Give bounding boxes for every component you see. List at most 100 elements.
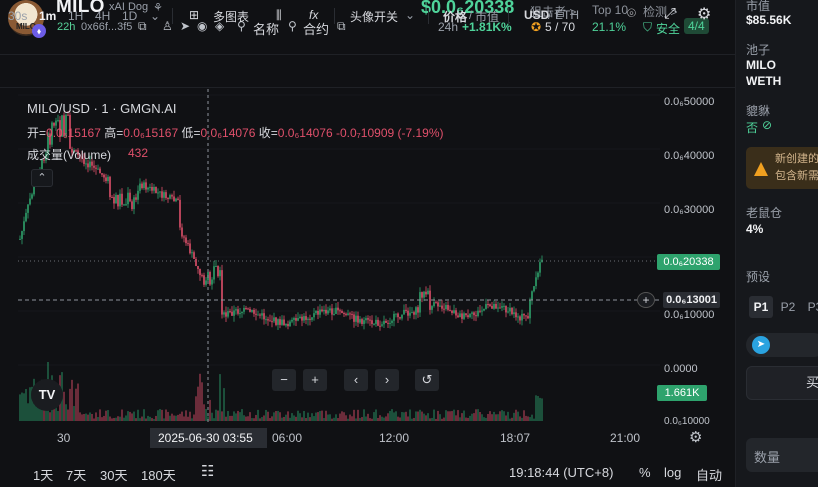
timeframe-1h[interactable]: 1H [68,9,83,23]
reset-chart-button[interactable]: ↺ [415,369,439,391]
candle-body [455,310,457,316]
volume-bar [331,418,333,421]
range-7d[interactable]: 7天 [66,465,86,484]
copy-icon[interactable]: ⧉ [138,19,147,34]
candle-body [197,265,199,269]
candle-body [531,291,533,300]
candle-body [463,313,465,319]
volume-bar [401,412,403,421]
tradingview-logo-icon[interactable]: TV [31,379,63,411]
timeframe-4h[interactable]: 4H [95,9,110,23]
volume-bar [269,418,271,421]
timeframe-1d[interactable]: 1D [122,9,137,23]
candle-body [149,186,151,188]
zoom-out-button[interactable]: − [272,369,296,391]
settings-icon[interactable]: ⚙ [697,4,711,24]
auto-toggle[interactable]: 自动 [696,465,722,484]
timeframe-30s[interactable]: 30s [8,9,27,23]
buy-button[interactable]: 买 [746,366,818,400]
volume-bar [183,416,185,421]
volume-bar [301,417,303,421]
preset-p3[interactable]: P3 [803,296,818,318]
candlestick-type-icon[interactable]: ⫼ [276,8,282,23]
volume-bar [329,414,331,421]
chevron-down-icon[interactable]: ⌄ [405,8,415,22]
candle-body [359,319,361,323]
candle-body [93,165,95,168]
candle-body [87,163,89,168]
axis-settings-icon[interactable]: ⚙ [689,428,702,446]
timeframe-1m[interactable]: 1m [39,9,56,23]
external-link-icon[interactable]: ⧉ [337,19,346,34]
multi-chart-button[interactable]: 多图表 [213,8,249,25]
usd-toggle[interactable]: USD [524,8,549,22]
candle-body [495,303,497,309]
zoom-in-button[interactable]: + [303,369,327,391]
log-toggle[interactable]: log [664,465,681,480]
open-value: 0.0₆15167 [46,126,101,140]
indicator-fx-icon[interactable]: fx [309,8,318,22]
candle-body [269,320,271,322]
volume-bar [481,414,483,421]
warning-line-1: 新创建的 [775,153,818,165]
avatar-toggle-button[interactable]: 头像开关 [350,8,398,25]
candle-body [503,305,505,307]
range-1d[interactable]: 1天 [33,465,53,484]
range-30d[interactable]: 30天 [100,465,127,484]
scroll-left-button[interactable]: ‹ [344,369,368,391]
volume-bar [231,415,233,421]
scroll-right-button[interactable]: › [375,369,399,391]
candle-body [487,304,489,306]
volume-bar [69,388,71,421]
close-label: 收= [258,126,278,140]
crosshair-time-tag: 2025-06-30 03:55 [150,428,267,448]
fullscreen-icon[interactable]: ⤢ [664,5,676,22]
camera-icon[interactable]: ⌾ [627,5,636,22]
candle-body [501,306,503,308]
eth-toggle[interactable]: ETH [555,8,579,22]
candle-body [493,303,495,309]
candle-body [325,309,327,314]
pool-token-b: WETH [746,74,782,88]
candle-body [383,320,385,325]
preset-p1[interactable]: P1 [749,296,773,318]
range-180d[interactable]: 180天 [141,465,176,484]
price-toggle[interactable]: 价格 [443,8,467,25]
volume-bar [237,410,239,421]
add-chart-icon[interactable]: ⊞ [189,8,199,22]
candle-body [257,314,259,316]
volume-bar [25,389,27,421]
candle-body [307,318,309,320]
volume-bar [513,412,515,421]
candle-body [185,237,187,244]
candle-body [211,279,213,285]
volume-bar [339,413,341,421]
volume-bar [533,418,535,421]
collapse-legend-button[interactable]: ⌃ [31,169,53,187]
calendar-icon[interactable]: ☷ [201,462,214,480]
rat-trader-value: 4% [746,222,764,236]
volume-bar [217,410,219,421]
volume-bar [353,409,355,421]
high-label: 高= [104,126,124,140]
chevron-down-icon[interactable]: ⌄ [150,9,160,23]
volume-bar [425,415,427,421]
volume-bar [255,414,257,421]
preset-p2[interactable]: P2 [776,296,800,318]
candle-body [403,309,405,315]
volume-bar [299,413,301,421]
candle-body [417,307,419,313]
clock-time[interactable]: 19:18:44 (UTC+8) [509,465,613,480]
search-icon[interactable]: ⚲ [288,19,297,33]
add-alert-icon[interactable]: + [637,292,655,308]
percent-toggle[interactable]: % [639,465,651,480]
mcap-toggle[interactable]: 市值 [475,8,499,25]
volume-bar [485,417,487,421]
toolbar-divider [508,8,509,24]
volume-bar [287,411,289,421]
candle-body [519,316,521,321]
candle-body [351,313,353,315]
volume-bar [97,416,99,421]
candle-body [295,318,297,321]
candle-body [177,198,179,200]
